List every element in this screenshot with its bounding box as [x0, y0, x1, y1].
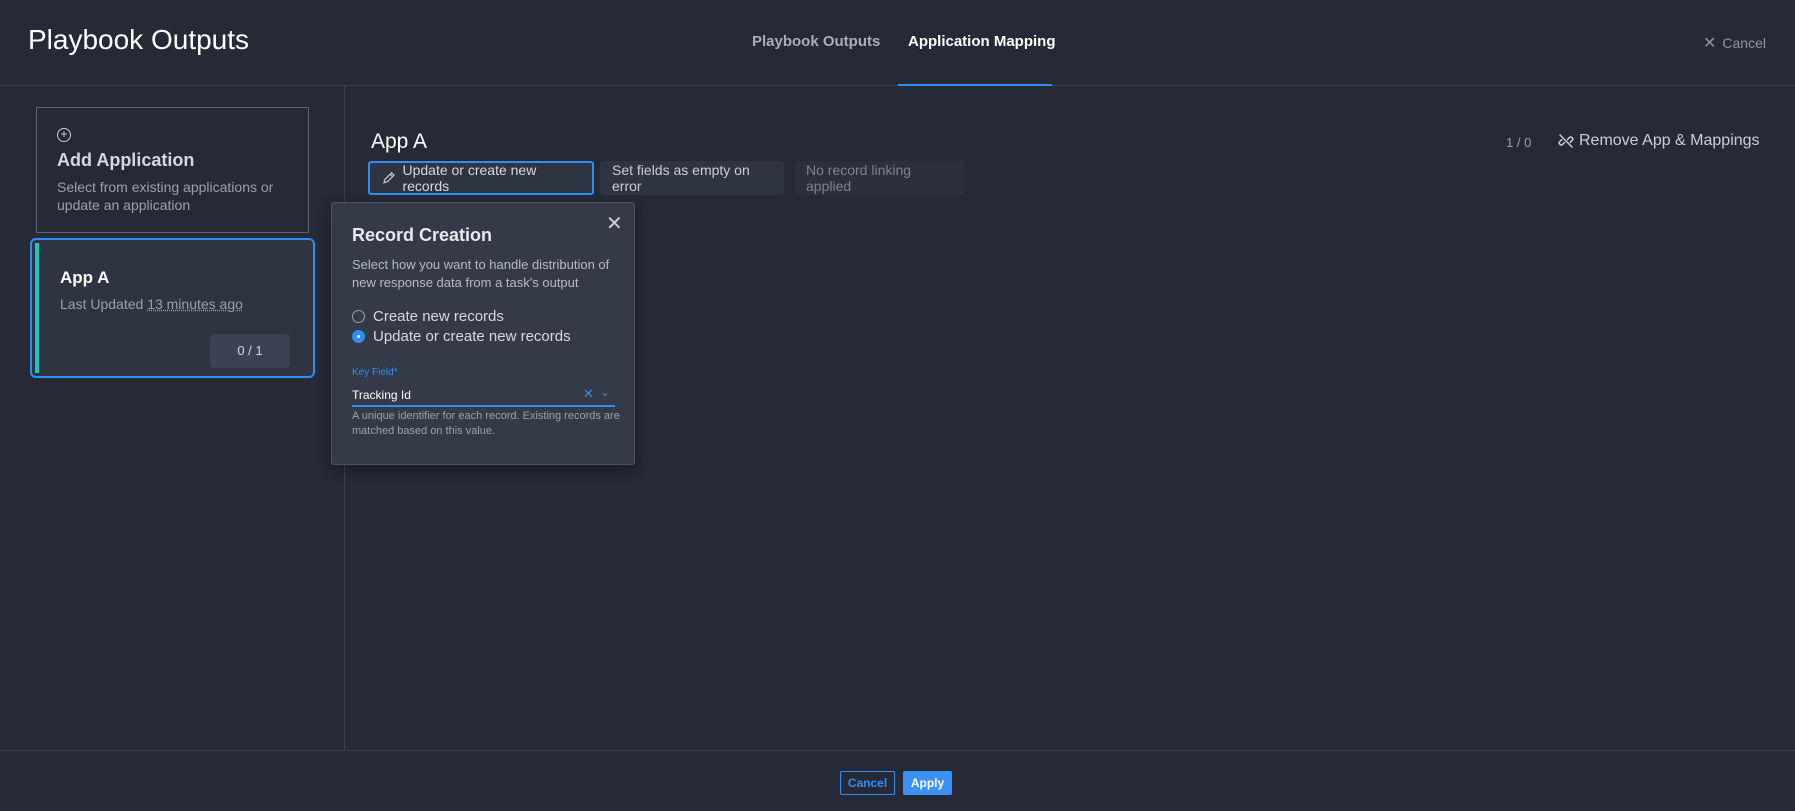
add-application-title: Add Application — [57, 150, 195, 170]
chevron-down-icon[interactable]: ⌄ — [600, 385, 610, 399]
popover-close-icon[interactable]: ✕ — [606, 211, 623, 236]
app-card-name: App A — [60, 268, 110, 287]
key-field-select[interactable]: Tracking Id ✕ ⌄ — [352, 383, 615, 407]
active-tab-indicator — [898, 84, 1052, 86]
app-card-accent-bar — [35, 243, 39, 373]
radio-update-or-create[interactable]: Update or create new records — [352, 328, 571, 345]
add-application-description: Select from existing applications or upd… — [57, 179, 274, 213]
app-card-count-badge: 0 / 1 — [210, 334, 290, 368]
footer-cancel-button[interactable]: Cancel — [840, 771, 895, 795]
error-handling-chip[interactable]: Set fields as empty on error — [600, 161, 784, 195]
mapping-count: 1 / 0 — [1506, 135, 1532, 150]
app-card-updated-ago: 13 minutes ago — [147, 296, 243, 312]
radio-button-checked[interactable] — [352, 330, 365, 343]
pencil-icon — [383, 171, 395, 184]
clear-icon[interactable]: ✕ — [583, 386, 594, 402]
radio-label: Update or create new records — [373, 328, 571, 345]
page-title: Playbook Outputs — [28, 24, 250, 55]
apply-button[interactable]: Apply — [903, 771, 952, 795]
sidebar: + Add Application Select from existing a… — [0, 86, 345, 750]
close-icon: ✕ — [1703, 35, 1717, 52]
key-field-value: Tracking Id — [352, 388, 411, 402]
radio-button-unchecked[interactable] — [352, 310, 365, 323]
add-circle-icon: + — [57, 128, 71, 142]
remove-app-button[interactable]: Remove App & Mappings — [1558, 132, 1760, 150]
tab-application-mapping[interactable]: Application Mapping — [908, 33, 1056, 50]
popover-title: Record Creation — [352, 225, 493, 245]
app-card-app-a[interactable]: App A Last Updated 13 minutes ago 0 / 1 — [30, 238, 315, 378]
add-application-card[interactable]: + Add Application Select from existing a… — [36, 107, 309, 233]
record-creation-chip-label: Update or create new records — [402, 162, 537, 194]
radio-create-new-records[interactable]: Create new records — [352, 308, 504, 325]
key-field-help: A unique identifier for each record. Exi… — [352, 410, 620, 437]
record-creation-chip[interactable]: Update or create new records — [368, 161, 594, 195]
footer: Cancel Apply — [0, 750, 1795, 811]
record-linking-chip[interactable]: No record linking applied — [794, 161, 964, 195]
tab-playbook-outputs[interactable]: Playbook Outputs — [752, 33, 880, 50]
app-card-updated-prefix: Last Updated — [60, 296, 144, 312]
app-root: Playbook Outputs Playbook Outputs Applic… — [0, 0, 1795, 811]
key-field-label: Key Field* — [352, 367, 398, 378]
app-card-updated: Last Updated 13 minutes ago — [60, 296, 243, 312]
record-creation-popover: ✕ Record Creation Select how you want to… — [331, 202, 635, 465]
remove-app-label: Remove App & Mappings — [1579, 132, 1760, 149]
header-cancel-button[interactable]: ✕ Cancel — [1703, 33, 1766, 53]
unlink-icon — [1558, 134, 1574, 148]
popover-description: Select how you want to handle distributi… — [352, 257, 610, 290]
radio-label: Create new records — [373, 308, 504, 325]
app-title: App A — [371, 130, 428, 153]
header: Playbook Outputs Playbook Outputs Applic… — [0, 0, 1795, 86]
header-cancel-label: Cancel — [1722, 35, 1766, 51]
